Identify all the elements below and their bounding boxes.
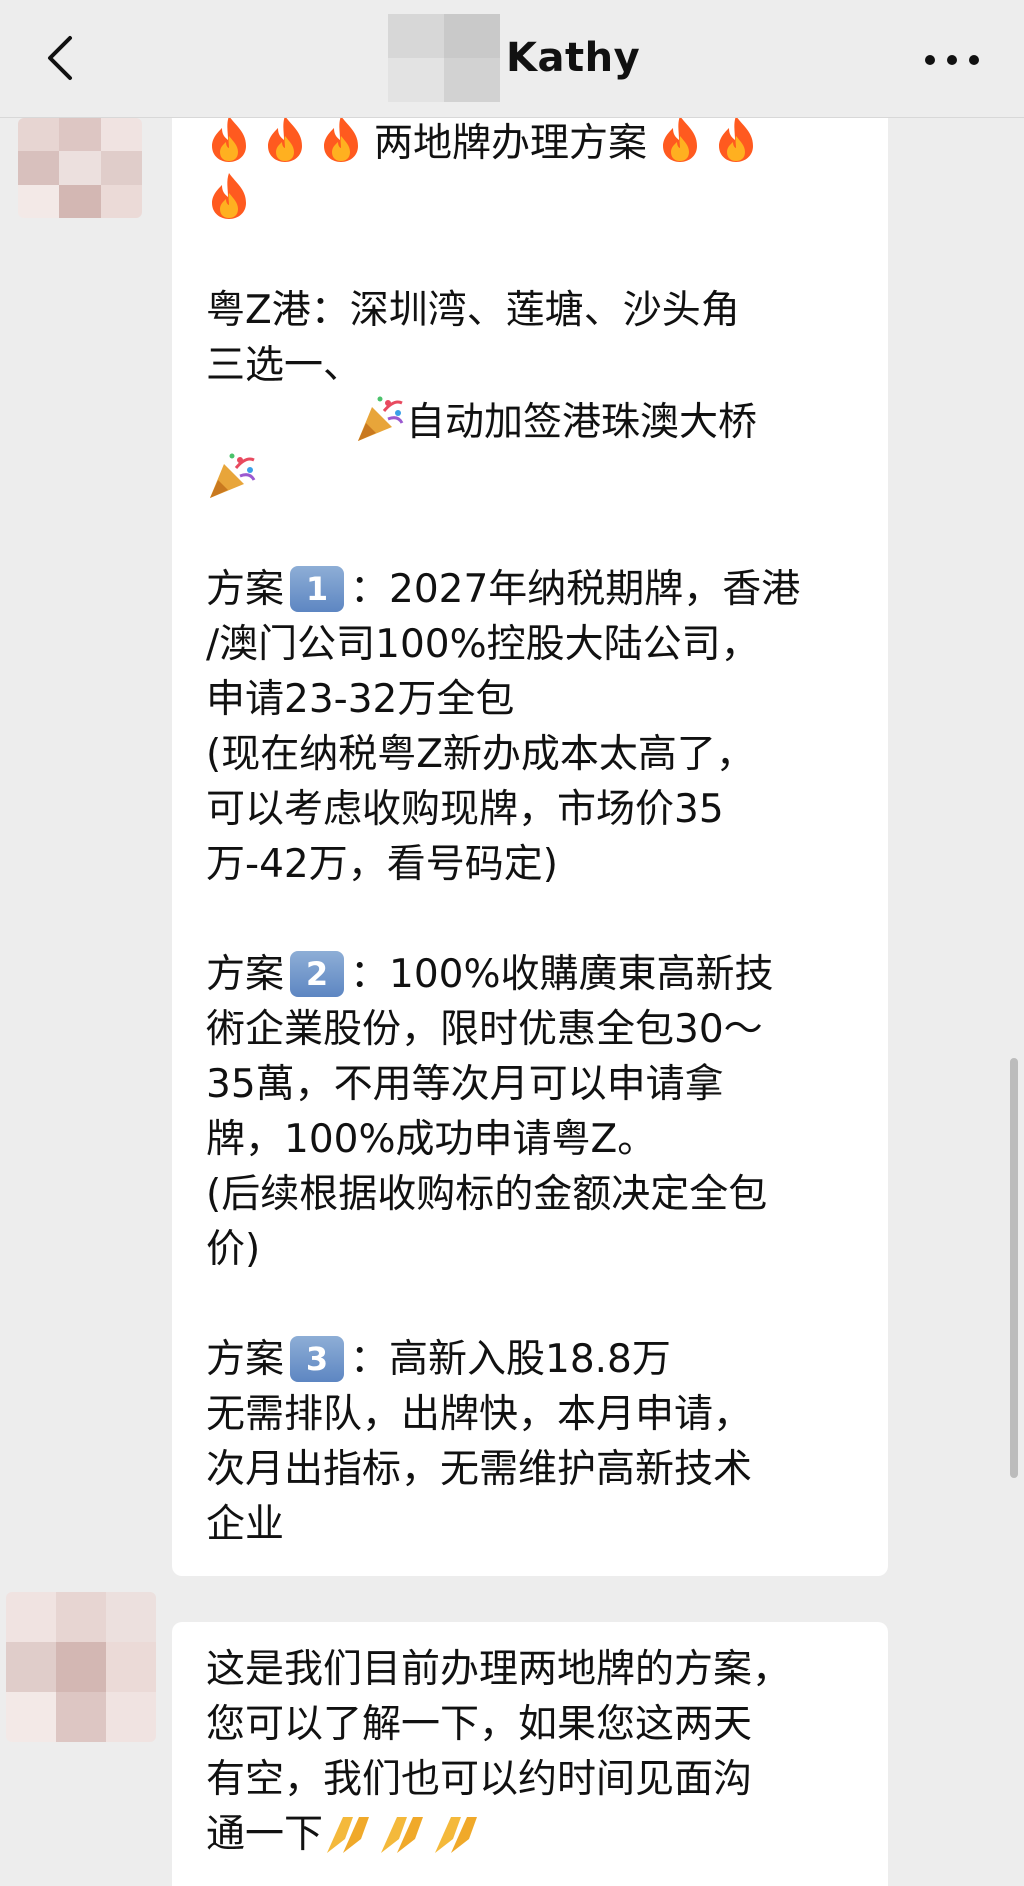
- plan-2-heading: 方案 2 ：100%收購廣東高新技: [206, 951, 774, 997]
- chat-header: Kathy: [0, 0, 1024, 118]
- message-line: 万-42万，看号码定): [206, 842, 558, 887]
- message-line: 有空，我们也可以约时间见面沟: [206, 1757, 753, 1802]
- message-line: 申请23-32万全包: [206, 677, 515, 722]
- keycap-2-icon: 2: [290, 951, 345, 997]
- message-line: 粤Z港：深圳湾、莲塘、沙头角: [206, 288, 740, 333]
- chevron-left-icon: [48, 36, 72, 80]
- message-line: [206, 450, 856, 507]
- message-bubble[interactable]: 这是我们目前办理两地牌的方案， 您可以了解一下，如果您这两天 有空，我们也可以约…: [172, 1622, 888, 1886]
- message-title-text: 两地牌办理方案: [374, 121, 648, 166]
- message-line: 无需排队，出牌快，本月申请，: [206, 1392, 753, 1437]
- folded-hands-icon: [327, 1817, 370, 1853]
- fire-icon: [212, 118, 246, 162]
- party-popper-icon: [358, 396, 404, 441]
- fire-icon: [268, 118, 302, 162]
- message-line: 次月出指标，无需维护高新技术: [206, 1447, 753, 1492]
- message-line: (现在纳税粤Z新办成本太高了，: [206, 732, 755, 777]
- message-line: 三选一、: [206, 343, 363, 388]
- keycap-3-icon: 3: [290, 1336, 345, 1382]
- avatar[interactable]: [6, 1592, 156, 1742]
- scrollbar[interactable]: [1010, 1058, 1018, 1478]
- message-bubble[interactable]: 两地牌办理方案 粤Z港：深圳湾、莲塘、沙头角 三选一、 自动加签港珠澳大桥 方案…: [172, 118, 888, 1576]
- message-line: 自动加签港珠澳大桥: [206, 393, 856, 450]
- party-popper-icon: [210, 453, 256, 498]
- fire-icon: [212, 173, 246, 219]
- message-line: 您可以了解一下，如果您这两天: [206, 1702, 753, 1747]
- message-title-line: 两地牌办理方案: [206, 118, 856, 171]
- message-line: /澳门公司100%控股大陆公司，: [206, 622, 760, 667]
- fire-icon: [719, 118, 754, 162]
- contact-name: Kathy: [506, 35, 641, 81]
- plan-3-heading: 方案 3 ：高新入股18.8万: [206, 1336, 671, 1382]
- bridge-text: 自动加签港珠澳大桥: [406, 400, 758, 445]
- folded-hands-icon: [381, 1817, 424, 1853]
- fire-icon: [663, 118, 698, 162]
- message-line: 企业: [206, 1502, 285, 1547]
- blurred-name-image: [388, 14, 500, 102]
- message-line: 35萬，不用等次月可以申请拿: [206, 1062, 724, 1107]
- message-line: 通一下: [206, 1807, 856, 1862]
- message-title-line-2: [206, 171, 856, 228]
- message-line: 可以考虑收购现牌，市场价35: [206, 787, 724, 832]
- chat-title: Kathy: [388, 14, 640, 102]
- keycap-1-icon: 1: [290, 566, 345, 612]
- more-icon: [925, 55, 979, 65]
- folded-hands-icon: [435, 1817, 478, 1853]
- avatar[interactable]: [18, 118, 142, 218]
- more-button[interactable]: [920, 40, 984, 80]
- message-line: 价): [206, 1227, 261, 1272]
- chat-area[interactable]: 两地牌办理方案 粤Z港：深圳湾、莲塘、沙头角 三选一、 自动加签港珠澳大桥 方案…: [0, 118, 1024, 1886]
- message-line: 牌，100%成功申请粤Z。: [206, 1117, 657, 1162]
- message-line: (后续根据收购标的金额决定全包: [206, 1172, 768, 1217]
- message-line: 这是我们目前办理两地牌的方案，: [206, 1647, 792, 1692]
- plan-1-heading: 方案 1 ：2027年纳税期牌，香港: [206, 566, 801, 612]
- message-line: 術企業股份，限时优惠全包30～: [206, 1007, 763, 1052]
- fire-icon: [324, 118, 358, 162]
- back-button[interactable]: [32, 28, 88, 88]
